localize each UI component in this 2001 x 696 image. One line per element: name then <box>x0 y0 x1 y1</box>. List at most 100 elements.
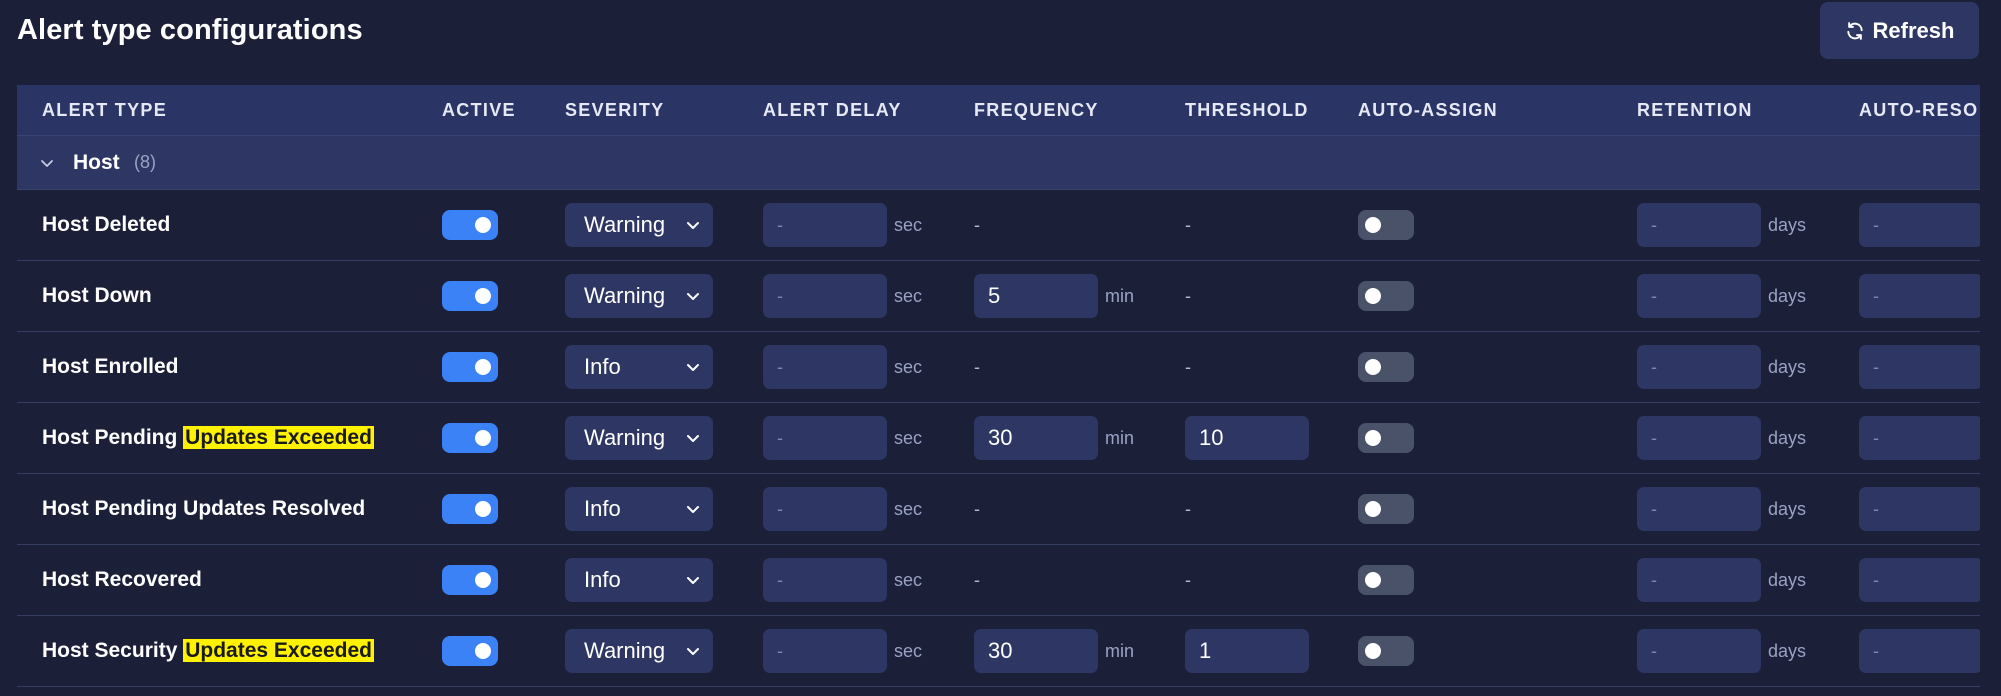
frequency-value: - <box>974 214 980 235</box>
frequency-value: - <box>974 498 980 519</box>
alert-delay-unit: sec <box>894 427 923 448</box>
column-header-alert-delay[interactable]: ALERT DELAY <box>763 85 902 135</box>
retention-unit: days <box>1768 356 1807 377</box>
frequency-unit: min <box>1105 285 1135 306</box>
auto-resolve-input[interactable]: - <box>1859 274 1980 318</box>
retention-unit: days <box>1768 640 1807 661</box>
auto-assign-toggle[interactable] <box>1358 565 1414 595</box>
retention-input[interactable]: - <box>1637 416 1761 460</box>
retention-input[interactable]: - <box>1637 274 1761 318</box>
chevron-down-icon <box>687 577 699 584</box>
retention-input[interactable]: - <box>1637 487 1761 531</box>
alert-delay-input[interactable]: - <box>763 487 887 531</box>
auto-assign-toggle[interactable] <box>1358 494 1414 524</box>
severity-select[interactable]: Warning <box>565 274 713 318</box>
severity-select[interactable]: Warning <box>565 629 713 673</box>
retention-input[interactable]: - <box>1637 558 1761 602</box>
alert-delay-input[interactable]: - <box>763 345 887 389</box>
table-row: Host Enrolled Info - sec - - - days - <box>17 332 1980 403</box>
severity-select[interactable]: Info <box>565 345 713 389</box>
search-highlight: Updates Exceeded <box>183 639 374 662</box>
auto-resolve-input[interactable]: - <box>1859 203 1980 247</box>
alert-delay-unit: sec <box>894 569 923 590</box>
auto-assign-toggle[interactable] <box>1358 210 1414 240</box>
retention-input[interactable]: - <box>1637 345 1761 389</box>
severity-select[interactable]: Warning <box>565 203 713 247</box>
frequency-unit: min <box>1105 427 1135 448</box>
frequency-input[interactable]: 30 <box>974 629 1098 673</box>
auto-assign-toggle[interactable] <box>1358 636 1414 666</box>
alert-delay-input[interactable]: - <box>763 274 887 318</box>
auto-resolve-input[interactable]: - <box>1859 558 1980 602</box>
auto-resolve-input[interactable]: - <box>1859 345 1980 389</box>
severity-value: Info <box>584 567 621 592</box>
page-title: Alert type configurations <box>17 14 363 46</box>
alert-type-name: Host Security Updates Exceeded <box>42 639 374 663</box>
severity-select[interactable]: Warning <box>565 416 713 460</box>
frequency-input[interactable]: 5 <box>974 274 1098 318</box>
retention-unit: days <box>1768 569 1807 590</box>
threshold-input[interactable]: 1 <box>1185 629 1309 673</box>
active-toggle[interactable] <box>442 281 498 311</box>
alert-delay-input[interactable]: - <box>763 416 887 460</box>
column-header-severity[interactable]: SEVERITY <box>565 85 664 135</box>
chevron-down-icon <box>687 293 699 300</box>
auto-assign-toggle[interactable] <box>1358 281 1414 311</box>
column-header-retention[interactable]: RETENTION <box>1637 85 1753 135</box>
refresh-icon <box>1846 21 1863 40</box>
frequency-input[interactable]: 30 <box>974 416 1098 460</box>
alert-type-name: Host Recovered <box>42 568 202 592</box>
alert-type-name-text: Host Recovered <box>42 568 202 591</box>
alert-type-name-text: Host Pending Updates Resolved <box>42 497 366 520</box>
active-toggle[interactable] <box>442 636 498 666</box>
alert-delay-unit: sec <box>894 214 923 235</box>
active-toggle[interactable] <box>442 494 498 524</box>
alert-type-name: Host Pending Updates Exceeded <box>42 426 374 450</box>
threshold-input[interactable]: 10 <box>1185 416 1309 460</box>
alert-delay-input[interactable]: - <box>763 629 887 673</box>
retention-input[interactable]: - <box>1637 629 1761 673</box>
alert-type-name: Host Pending Updates Resolved <box>42 497 365 521</box>
column-header-auto-assign[interactable]: AUTO-ASSIGN <box>1358 85 1498 135</box>
active-toggle[interactable] <box>442 352 498 382</box>
column-header-active[interactable]: ACTIVE <box>442 85 516 135</box>
auto-resolve-input[interactable]: - <box>1859 629 1980 673</box>
table-row: Host Pending Updates Exceeded Warning -s… <box>17 403 1980 474</box>
group-row-host[interactable]: Host (8) <box>17 135 1980 190</box>
frequency-value: - <box>974 569 980 590</box>
alert-types-table[interactable]: ALERT TYPE ACTIVE SEVERITY ALERT DELAY F… <box>17 85 1980 696</box>
active-toggle[interactable] <box>442 565 498 595</box>
active-toggle[interactable] <box>442 210 498 240</box>
severity-select[interactable]: Info <box>565 558 713 602</box>
refresh-button[interactable]: Refresh <box>1820 2 1979 59</box>
severity-value: Warning <box>584 638 666 663</box>
retention-input[interactable]: - <box>1637 203 1761 247</box>
retention-unit: days <box>1768 498 1807 519</box>
table-header: ALERT TYPE ACTIVE SEVERITY ALERT DELAY F… <box>17 85 1980 135</box>
alert-delay-input[interactable]: - <box>763 558 887 602</box>
chevron-down-icon[interactable] <box>39 155 55 171</box>
threshold-value: - <box>1185 285 1191 306</box>
auto-resolve-input[interactable]: - <box>1859 416 1980 460</box>
auto-assign-toggle[interactable] <box>1358 423 1414 453</box>
table-row: Host Security Updates Exceeded Warning -… <box>17 616 1980 687</box>
refresh-button-label: Refresh <box>1872 17 1955 43</box>
alert-delay-unit: sec <box>894 356 923 377</box>
alert-delay-unit: sec <box>894 285 923 306</box>
alert-type-name-text: Host Security <box>42 639 184 662</box>
alert-type-name-text: Host Deleted <box>42 213 171 236</box>
column-header-alert-type[interactable]: ALERT TYPE <box>42 85 167 135</box>
severity-select[interactable]: Info <box>565 487 713 531</box>
alert-delay-input[interactable]: - <box>763 203 887 247</box>
group-label: Host <box>73 151 120 174</box>
active-toggle[interactable] <box>442 423 498 453</box>
column-header-threshold[interactable]: THRESHOLD <box>1185 85 1309 135</box>
auto-resolve-input[interactable]: - <box>1859 487 1980 531</box>
severity-value: Warning <box>584 425 666 450</box>
column-header-frequency[interactable]: FREQUENCY <box>974 85 1099 135</box>
threshold-value: - <box>1185 214 1191 235</box>
alert-type-configurations-page: Alert type configurations Refresh ALERT … <box>0 0 2001 696</box>
column-header-auto-resolve[interactable]: AUTO-RESO <box>1859 85 1978 135</box>
auto-assign-toggle[interactable] <box>1358 352 1414 382</box>
alert-type-name-text: Host Pending <box>42 426 184 449</box>
